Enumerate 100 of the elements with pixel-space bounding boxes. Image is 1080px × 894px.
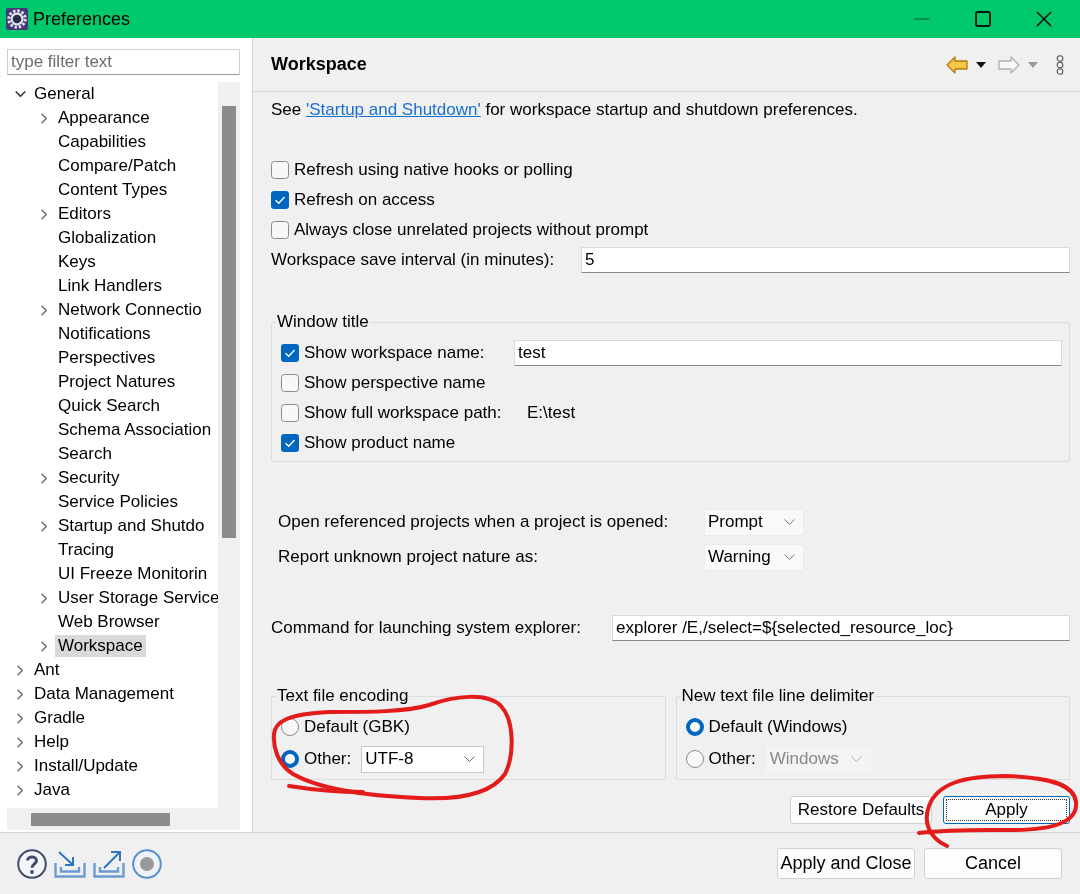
chevron-icon[interactable] (41, 472, 47, 484)
dropdown-label: Report unknown project nature as: (278, 547, 538, 567)
group-title: Window title (276, 312, 370, 332)
group-title: New text file line delimiter (680, 686, 876, 706)
gear-icon (6, 8, 28, 30)
tree-item[interactable]: Help (31, 731, 72, 753)
tree-item[interactable]: Content Types (55, 179, 171, 201)
close-icon (1035, 11, 1052, 27)
menu-icon[interactable] (1056, 54, 1064, 75)
checkbox[interactable] (281, 344, 299, 362)
chevron-icon[interactable] (41, 640, 47, 652)
tree-item[interactable]: Search (55, 443, 115, 465)
tree-item[interactable]: Notifications (55, 323, 154, 345)
tree-item[interactable]: General (31, 83, 98, 105)
scrollbar-thumb[interactable] (31, 813, 170, 826)
tree-item[interactable]: Java (31, 779, 73, 801)
scrollbar-thumb[interactable] (222, 106, 236, 538)
group-title: Text file encoding (276, 686, 410, 706)
tree-item[interactable]: Tracing (55, 539, 118, 561)
import-icon[interactable] (54, 849, 86, 878)
tree-item[interactable]: Quick Search (55, 395, 164, 417)
chevron-icon[interactable] (14, 91, 26, 97)
circle-dot-icon[interactable] (132, 848, 162, 879)
text-field[interactable]: explorer /E,/select=${selected_resource_loc} (612, 615, 1070, 641)
dropdown[interactable]: Warning (704, 543, 804, 571)
page-button[interactable]: Apply (943, 796, 1070, 824)
tree-item[interactable]: Compare/Patch (55, 155, 180, 177)
tree-item[interactable]: Perspectives (55, 347, 159, 369)
dialog-button[interactable]: Apply and Close (777, 848, 915, 879)
chevron-icon[interactable] (41, 592, 47, 604)
tree-item[interactable]: UI Freeze Monitorin (55, 563, 211, 585)
checkbox[interactable] (271, 161, 289, 179)
filter-field[interactable]: type filter text (7, 49, 240, 75)
caret-icon (784, 554, 795, 560)
maximize-icon (974, 11, 991, 27)
caret-icon (464, 756, 476, 762)
window-title: Preferences (33, 8, 132, 30)
checkbox[interactable] (281, 434, 299, 452)
dropdown[interactable]: Prompt (704, 508, 804, 536)
radio-button[interactable] (281, 750, 299, 768)
tree-item[interactable]: Keys (55, 251, 99, 273)
tree-item[interactable]: Ant (31, 659, 63, 681)
path-text: E:\test (527, 403, 576, 423)
tree-item[interactable]: Install/Update (31, 755, 141, 777)
checkbox[interactable] (281, 374, 299, 392)
export-icon[interactable] (93, 849, 125, 878)
checkbox-label: Show perspective name (304, 373, 486, 393)
tree-item[interactable]: Workspace (55, 635, 146, 657)
caret-icon (784, 519, 795, 525)
tree-item[interactable]: Project Natures (55, 371, 179, 393)
tree-item[interactable]: Web Browser (55, 611, 163, 633)
radio-label: Other: (708, 749, 756, 769)
radio-label: Default (Windows) (708, 717, 848, 737)
checkbox[interactable] (271, 191, 289, 209)
chevron-icon[interactable] (17, 736, 23, 748)
radio-button[interactable] (281, 718, 299, 736)
page-button[interactable]: Restore Defaults (790, 796, 932, 824)
tree-item[interactable]: Capabilities (55, 131, 149, 153)
checkbox-label: Show workspace name: (304, 343, 485, 363)
intro-text: See 'Startup and Shutdown' for workspace startup and shutdown preferences. (271, 99, 858, 121)
tree-item[interactable]: Globalization (55, 227, 160, 249)
tree-item[interactable]: Gradle (31, 707, 89, 729)
tree-item[interactable]: Link Handlers (55, 275, 165, 297)
field-label: Workspace save interval (in minutes): (271, 250, 555, 270)
field-label: Command for launching system explorer: (271, 618, 581, 638)
tree-item[interactable]: Security (55, 467, 123, 489)
tree-item[interactable]: Schema Association (55, 419, 215, 441)
chevron-icon[interactable] (41, 208, 47, 220)
tree-item[interactable]: User Storage Service (55, 587, 218, 609)
radio-button[interactable] (685, 750, 704, 768)
chevron-icon[interactable] (41, 112, 47, 124)
dialog-button[interactable]: Cancel (924, 848, 1062, 879)
dropdown[interactable]: UTF-8 (361, 745, 485, 773)
back-arrow-icon[interactable] (946, 55, 968, 74)
text-field[interactable]: 5 (581, 247, 1070, 273)
chevron-icon[interactable] (41, 520, 47, 532)
chevron-icon[interactable] (17, 760, 23, 772)
checkbox[interactable] (271, 221, 289, 239)
chevron-icon[interactable] (17, 784, 23, 796)
tree-item[interactable]: Data Management (31, 683, 177, 705)
help-icon[interactable] (17, 848, 47, 879)
caret-icon (850, 756, 862, 762)
caret-icon[interactable] (976, 61, 986, 68)
chevron-icon[interactable] (17, 712, 23, 724)
radio-button[interactable] (685, 718, 704, 736)
checkbox-label: Show full workspace path: (304, 403, 502, 423)
checkbox-label: Always close unrelated projects without prompt (294, 220, 649, 240)
tree-item[interactable]: Startup and Shutdo (55, 515, 208, 537)
startup-shutdown-link[interactable]: 'Startup and Shutdown' (306, 100, 481, 119)
tree-item[interactable]: Service Policies (55, 491, 181, 513)
radio-label: Default (GBK) (304, 717, 410, 737)
tree-item[interactable]: Network Connectio (55, 299, 205, 321)
checkbox-label: Show product name (304, 433, 456, 453)
chevron-icon[interactable] (17, 664, 23, 676)
tree-item[interactable]: Editors (55, 203, 114, 225)
text-field[interactable]: test (514, 340, 1062, 366)
chevron-icon[interactable] (17, 688, 23, 700)
chevron-icon[interactable] (41, 304, 47, 316)
tree-item[interactable]: Appearance (55, 107, 153, 129)
checkbox[interactable] (281, 404, 299, 422)
